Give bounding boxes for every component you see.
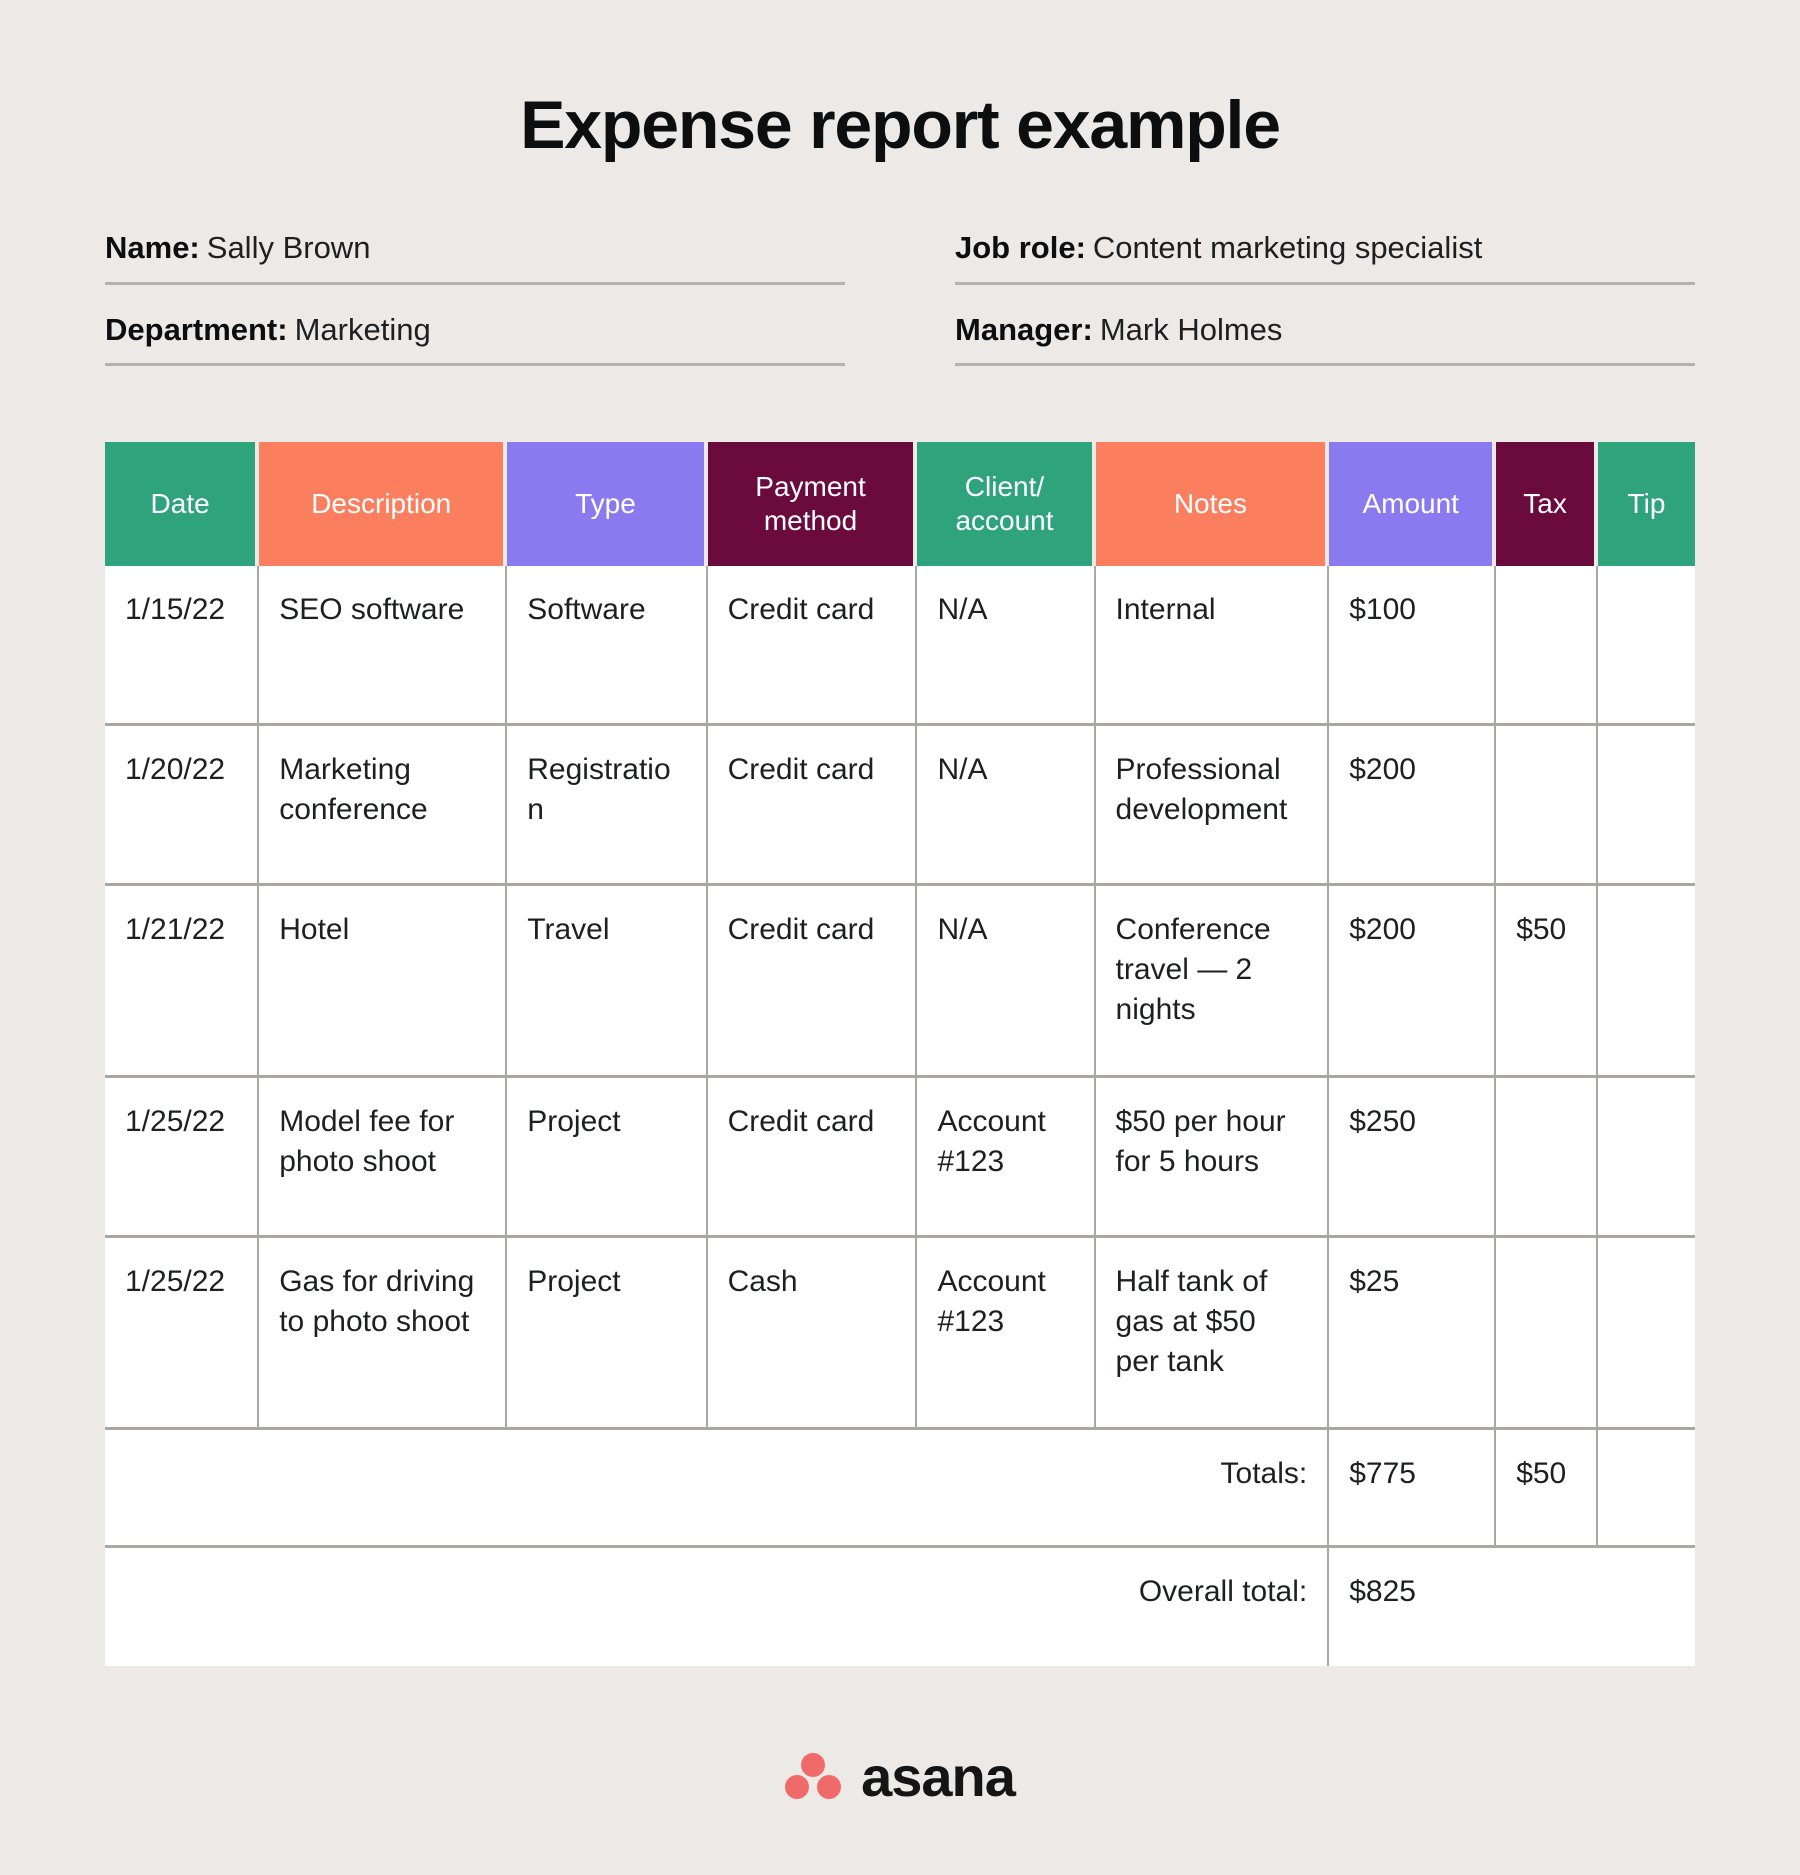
field-manager-value: Mark Holmes (1099, 311, 1283, 347)
column-header-description: Description (259, 442, 508, 567)
expense-table: Date Description Type Payment method Cli… (105, 442, 1695, 1667)
cell-description: Marketing conference (259, 726, 508, 887)
column-header-payment-method: Payment method (707, 442, 918, 567)
cell-tax (1496, 726, 1598, 887)
column-header-notes: Notes (1095, 442, 1330, 567)
overall-total-label: Overall total: (105, 1548, 1330, 1667)
cell-date: 1/25/22 (105, 1238, 260, 1431)
totals-amount: $775 (1329, 1430, 1497, 1549)
cell-notes: Professional development (1095, 726, 1330, 887)
cell-date: 1/20/22 (105, 726, 260, 887)
cell-type: Travel (507, 886, 708, 1079)
cell-tip (1597, 1238, 1695, 1431)
cell-client-account: N/A (917, 566, 1096, 727)
column-header-type: Type (507, 442, 708, 567)
totals-row: Totals: $775 $50 (105, 1430, 1695, 1549)
cell-tax (1496, 1238, 1598, 1431)
cell-tax (1496, 1078, 1598, 1239)
cell-amount: $250 (1329, 1078, 1497, 1239)
cell-notes: Conference travel — 2 nights (1095, 886, 1330, 1079)
cell-client-account: N/A (917, 886, 1096, 1079)
asana-logo-icon (785, 1753, 842, 1801)
field-department-value: Marketing (294, 311, 431, 347)
cell-date: 1/21/22 (105, 886, 260, 1079)
cell-type: Project (507, 1238, 708, 1431)
cell-type: Software (507, 566, 708, 727)
cell-payment-method: Cash (707, 1238, 918, 1431)
cell-payment-method: Credit card (707, 1078, 918, 1239)
cell-description: Hotel (259, 886, 508, 1079)
meta-column-right: Job role: Content marketing specialist Ma… (955, 229, 1695, 367)
cell-description: Gas for driving to photo shoot (259, 1238, 508, 1431)
asana-wordmark: asana (861, 1745, 1016, 1808)
column-header-client-account: Client/ account (917, 442, 1096, 567)
table-row: 1/21/22 Hotel Travel Credit card N/A Con… (105, 886, 1695, 1079)
table-row: 1/15/22 SEO software Software Credit car… (105, 566, 1695, 727)
cell-tax: $50 (1496, 886, 1598, 1079)
cell-notes: $50 per hour for 5 hours (1095, 1078, 1330, 1239)
cell-payment-method: Credit card (707, 566, 918, 727)
table-row: 1/20/22 Marketing conference Registratio… (105, 726, 1695, 887)
header-row: Date Description Type Payment method Cli… (105, 442, 1695, 567)
column-header-tax: Tax (1496, 442, 1598, 567)
expense-table-body: 1/15/22 SEO software Software Credit car… (105, 566, 1695, 1667)
field-job-role-label: Job role: (955, 229, 1086, 265)
cell-payment-method: Credit card (707, 726, 918, 887)
column-header-date: Date (105, 442, 260, 567)
cell-type: Registration (507, 726, 708, 887)
column-header-tip: Tip (1597, 442, 1695, 567)
cell-date: 1/15/22 (105, 566, 260, 727)
field-job-role-value: Content marketing specialist (1092, 229, 1483, 265)
field-department-label: Department: (105, 311, 288, 347)
totals-tip (1597, 1430, 1695, 1549)
cell-tip (1597, 1078, 1695, 1239)
client-account-line-1: Client/ (964, 471, 1045, 503)
field-manager-label: Manager: (955, 311, 1093, 347)
field-name-value: Sally Brown (206, 229, 371, 265)
cell-client-account: Account #123 (917, 1238, 1096, 1431)
cell-amount: $25 (1329, 1238, 1497, 1431)
cell-tip (1597, 566, 1695, 727)
cell-tax (1496, 566, 1598, 727)
table-row: 1/25/22 Gas for driving to photo shoot P… (105, 1238, 1695, 1431)
page-title: Expense report example (520, 87, 1281, 163)
expense-table-wrapper: Date Description Type Payment method Cli… (0, 442, 1800, 1667)
column-header-amount: Amount (1329, 442, 1497, 567)
cell-description: Model fee for photo shoot (259, 1078, 508, 1239)
cell-amount: $100 (1329, 566, 1497, 727)
logo-dot-right (817, 1775, 842, 1799)
cell-payment-method: Credit card (707, 886, 918, 1079)
cell-tip (1597, 726, 1695, 887)
cell-description: SEO software (259, 566, 508, 727)
field-name-label: Name: (105, 229, 200, 265)
totals-label: Totals: (105, 1430, 1330, 1549)
cell-amount: $200 (1329, 726, 1497, 887)
payment-method-line-1: Payment (755, 471, 866, 503)
asana-logo: asana (0, 1749, 1800, 1805)
cell-notes: Internal (1095, 566, 1330, 727)
table-row: 1/25/22 Model fee for photo shoot Projec… (105, 1078, 1695, 1239)
cell-client-account: N/A (917, 726, 1096, 887)
expense-report-page: Expense report example Name: Sally Brown … (0, 0, 1800, 1875)
logo-dot-left (785, 1775, 810, 1799)
cell-amount: $200 (1329, 886, 1497, 1079)
cell-tip (1597, 886, 1695, 1079)
cell-client-account: Account #123 (917, 1078, 1096, 1239)
overall-total-row: Overall total: $825 (105, 1548, 1695, 1667)
overall-total-amount: $825 (1329, 1548, 1695, 1667)
cell-date: 1/25/22 (105, 1078, 260, 1239)
field-manager: Manager: Mark Holmes (955, 311, 1695, 367)
report-meta-section: Name: Sally Brown Department: Marketing Jo… (0, 229, 1800, 367)
field-job-role: Job role: Content marketing specialist (955, 229, 1695, 285)
expense-table-header: Date Description Type Payment method Cli… (105, 442, 1695, 567)
payment-method-line-2: method (763, 505, 858, 537)
logo-dot-top (801, 1753, 826, 1777)
field-name: Name: Sally Brown (105, 229, 845, 285)
field-department: Department: Marketing (105, 311, 845, 367)
totals-tax: $50 (1496, 1430, 1598, 1549)
meta-column-left: Name: Sally Brown Department: Marketing (105, 229, 845, 367)
cell-type: Project (507, 1078, 708, 1239)
client-account-line-2: account (955, 505, 1054, 537)
cell-notes: Half tank of gas at $50 per tank (1095, 1238, 1330, 1431)
